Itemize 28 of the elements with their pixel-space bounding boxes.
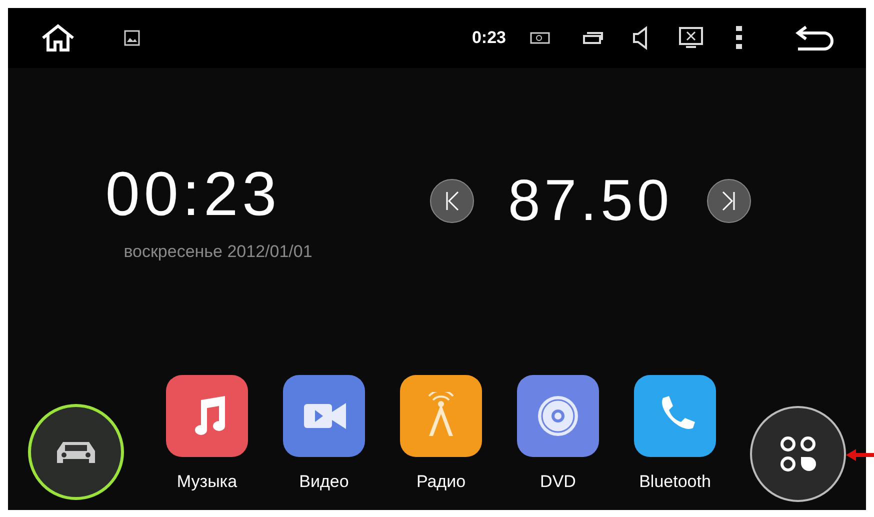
screen-close-icon[interactable]	[678, 26, 704, 50]
app-launcher-button[interactable]	[283, 374, 365, 456]
status-time: 0:23	[472, 27, 506, 50]
radio-frequency: 87.50	[508, 171, 674, 231]
pointer-arrow	[846, 448, 874, 462]
skip-forward-icon	[721, 190, 738, 212]
more-icon[interactable]	[736, 26, 742, 50]
app-label: Видео	[299, 470, 349, 492]
skip-back-icon	[444, 190, 460, 212]
image-icon[interactable]	[124, 30, 140, 46]
app-launcher-button[interactable]	[517, 374, 599, 456]
app-label: Bluetooth	[639, 470, 711, 492]
app-launcher-button[interactable]	[166, 374, 248, 456]
previous-station-button[interactable]	[430, 179, 474, 223]
recent-apps-icon[interactable]	[582, 30, 604, 46]
next-station-button[interactable]	[707, 179, 752, 223]
app-launcher-button[interactable]	[400, 374, 482, 456]
speaker-icon[interactable]	[632, 26, 650, 50]
app-label: Радио	[416, 470, 466, 492]
back-icon[interactable]	[794, 25, 834, 51]
clock-date: воскресенье 2012/01/01	[124, 241, 312, 263]
camera-icon[interactable]	[530, 31, 550, 45]
app-label: Музыка	[176, 470, 238, 492]
app-label: DVD	[540, 470, 576, 492]
home-icon[interactable]	[40, 23, 76, 53]
clock-time: 00:23	[105, 163, 281, 227]
apps-icon	[779, 435, 817, 473]
app-launcher-button[interactable]	[634, 374, 716, 456]
